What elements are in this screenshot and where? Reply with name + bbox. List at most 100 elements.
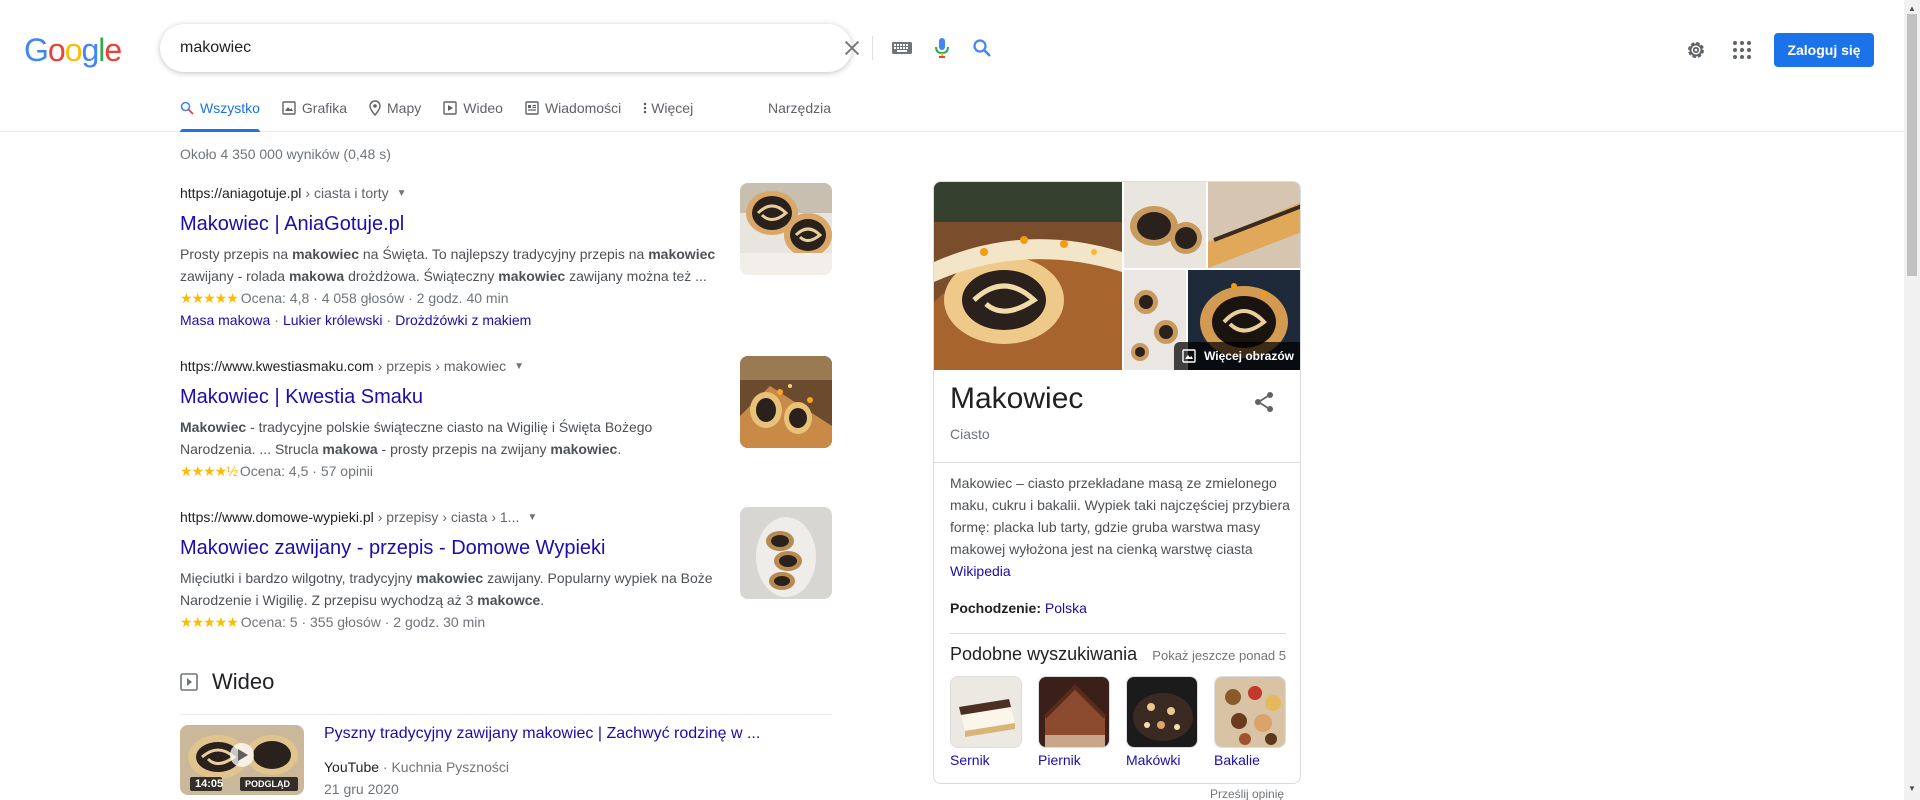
result-snippet: Prosty przepis na makowiec na Święta. To… (180, 246, 716, 284)
sitelink[interactable]: Drożdżówki z makiem (395, 312, 531, 328)
wikipedia-link[interactable]: Wikipedia (950, 563, 1011, 579)
video-preview-label: PODGLĄD (245, 779, 290, 789)
rating-text: Ocena: 4,8 · 4 058 głosów · 2 godz. 40 m… (240, 290, 509, 306)
map-pin-icon (369, 100, 381, 116)
tab-videos[interactable]: Wideo (443, 96, 503, 132)
similar-searches-list: Sernik Piernik Makówki Bakalie (950, 676, 1300, 768)
result-thumbnail[interactable] (740, 356, 832, 448)
tab-label: Wiadomości (544, 100, 622, 116)
tab-maps[interactable]: Mapy (369, 96, 421, 132)
search-result: https://www.kwestiasmaku.com › przepis ›… (180, 356, 832, 482)
kp-image-grid[interactable]: Więcej obrazów (934, 182, 1300, 370)
result-title-link[interactable]: Makowiec zawijany - przepis - Domowe Wyp… (180, 535, 832, 561)
result-thumbnail[interactable] (740, 183, 832, 275)
caret-down-icon[interactable]: ▼ (527, 512, 537, 523)
logo-letter: G (24, 32, 49, 68)
kp-origin-link[interactable]: Polska (1045, 600, 1087, 616)
kp-description-text: Makowiec – ciasto przekładane masą ze zm… (950, 475, 1290, 557)
tab-all[interactable]: Wszystko (180, 96, 260, 132)
sitelink[interactable]: Lukier królewski (283, 312, 383, 328)
play-icon (180, 673, 198, 691)
kp-origin: Pochodzenie: Polska (950, 600, 1087, 616)
result-title-link[interactable]: Makowiec | Kwestia Smaku (180, 384, 832, 410)
search-icon[interactable] (970, 36, 994, 60)
video-section-title: Wideo (212, 669, 275, 694)
search-box (160, 24, 991, 72)
search-divider (872, 36, 873, 60)
video-section: Wideo 14:05 PODGLĄD Pyszny tradycyjny za… (180, 666, 832, 800)
video-result[interactable]: 14:05 PODGLĄD Pyszny tradycyjny zawijany… (180, 725, 832, 800)
result-url[interactable]: https://www.kwestiasmaku.com › przepis ›… (180, 356, 832, 376)
similar-item-label: Piernik (1038, 752, 1081, 768)
scroll-up-arrow-icon[interactable]: ▲ (1908, 4, 1916, 13)
result-breadcrumb: › ciasta i torty (305, 185, 389, 201)
microphone-icon[interactable] (930, 36, 954, 60)
similar-item-piernik[interactable]: Piernik (1038, 676, 1110, 768)
similar-item-image (1214, 676, 1286, 748)
sitelink[interactable]: Masa makowa (180, 312, 270, 328)
result-thumbnail[interactable] (740, 507, 832, 599)
knowledge-panel: Więcej obrazów Makowiec Ciasto Makowiec … (933, 181, 1301, 784)
more-vert-icon (643, 102, 647, 114)
caret-down-icon[interactable]: ▼ (397, 188, 407, 199)
kp-origin-label: Pochodzenie: (950, 600, 1042, 616)
apps-grid-icon[interactable] (1730, 38, 1754, 62)
result-url[interactable]: https://www.domowe-wypieki.pl › przepisy… (180, 507, 832, 527)
settings-gear-icon[interactable] (1684, 38, 1708, 62)
separator: · (274, 312, 279, 328)
tools-button[interactable]: Narzędzia (768, 96, 831, 120)
caret-down-icon[interactable]: ▼ (514, 361, 524, 372)
share-icon[interactable] (1252, 390, 1276, 414)
rating-text: Ocena: 5 · 355 głosów · 2 godz. 30 min (240, 614, 486, 630)
separator: · (386, 312, 392, 328)
tab-news[interactable]: Wiadomości (525, 96, 621, 132)
tab-label: Wszystko (200, 100, 260, 116)
keyboard-icon[interactable] (890, 36, 914, 60)
sign-in-button[interactable]: Zaloguj się (1774, 33, 1874, 67)
similar-item-sernik[interactable]: Sernik (950, 676, 1022, 768)
similar-searches-title: Podobne wyszukiwania (950, 644, 1138, 664)
video-date: 21 gru 2020 (324, 781, 399, 797)
feedback-link[interactable]: Prześlij opinię (1210, 787, 1284, 800)
result-breadcrumb: › przepisy › ciasta › 1... (377, 509, 520, 525)
result-stats: Około 4 350 000 wyników (0,48 s) (180, 146, 391, 162)
similar-item-bakalie[interactable]: Bakalie (1214, 676, 1286, 768)
scroll-down-arrow-icon[interactable]: ▼ (1908, 784, 1916, 793)
tab-label: Mapy (387, 100, 422, 116)
google-logo[interactable]: Google (24, 32, 122, 69)
search-result: https://aniagotuje.pl › ciasta i torty ▼… (180, 183, 832, 331)
rating-stars: ★★★★★ (180, 614, 239, 630)
tab-label: Grafika (301, 100, 348, 116)
page-scrollbar[interactable]: ▲ ▼ (1904, 0, 1920, 800)
image-icon (282, 101, 296, 115)
logo-letter: e (104, 32, 122, 68)
divider (180, 714, 832, 715)
search-tabs: Wszystko Grafika Mapy Wideo Wiadomości W… (180, 96, 715, 132)
image-icon (1182, 349, 1196, 363)
scrollbar-thumb[interactable] (1907, 14, 1917, 276)
similar-item-label: Makówki (1126, 752, 1181, 768)
video-title-link[interactable]: Pyszny tradycyjny zawijany makowiec | Za… (324, 725, 760, 743)
rating-text: Ocena: 4,5 · 57 opinii (239, 463, 373, 479)
tab-images[interactable]: Grafika (282, 96, 347, 132)
similar-item-image (1038, 676, 1110, 748)
result-snippet: Mięciutki i bardzo wilgotny, tradycyjny … (180, 570, 713, 608)
rating-stars: ★★★★½ (180, 463, 238, 479)
divider (950, 633, 1286, 634)
result-url[interactable]: https://aniagotuje.pl › ciasta i torty ▼ (180, 183, 832, 203)
rating-stars: ★★★★★ (180, 290, 239, 306)
video-thumbnail[interactable]: 14:05 PODGLĄD (180, 725, 304, 795)
kp-subtitle: Ciasto (950, 426, 990, 442)
tab-more[interactable]: Więcej (643, 96, 693, 132)
similar-item-image (1126, 676, 1198, 748)
result-domain: https://aniagotuje.pl (180, 185, 302, 201)
result-title-link[interactable]: Makowiec | AniaGotuje.pl (180, 211, 832, 237)
similar-searches-more-link[interactable]: Pokaż jeszcze ponad 5 (1152, 648, 1286, 663)
video-section-header: Wideo (180, 666, 832, 698)
similar-item-makowki[interactable]: Makówki (1126, 676, 1198, 768)
clear-icon[interactable] (840, 36, 864, 60)
header: Google Zaloguj się Wszystko Grafika (0, 0, 1904, 132)
search-input[interactable] (180, 24, 660, 72)
more-images-button[interactable]: Więcej obrazów (1174, 342, 1300, 370)
tab-label: Wideo (463, 100, 503, 116)
